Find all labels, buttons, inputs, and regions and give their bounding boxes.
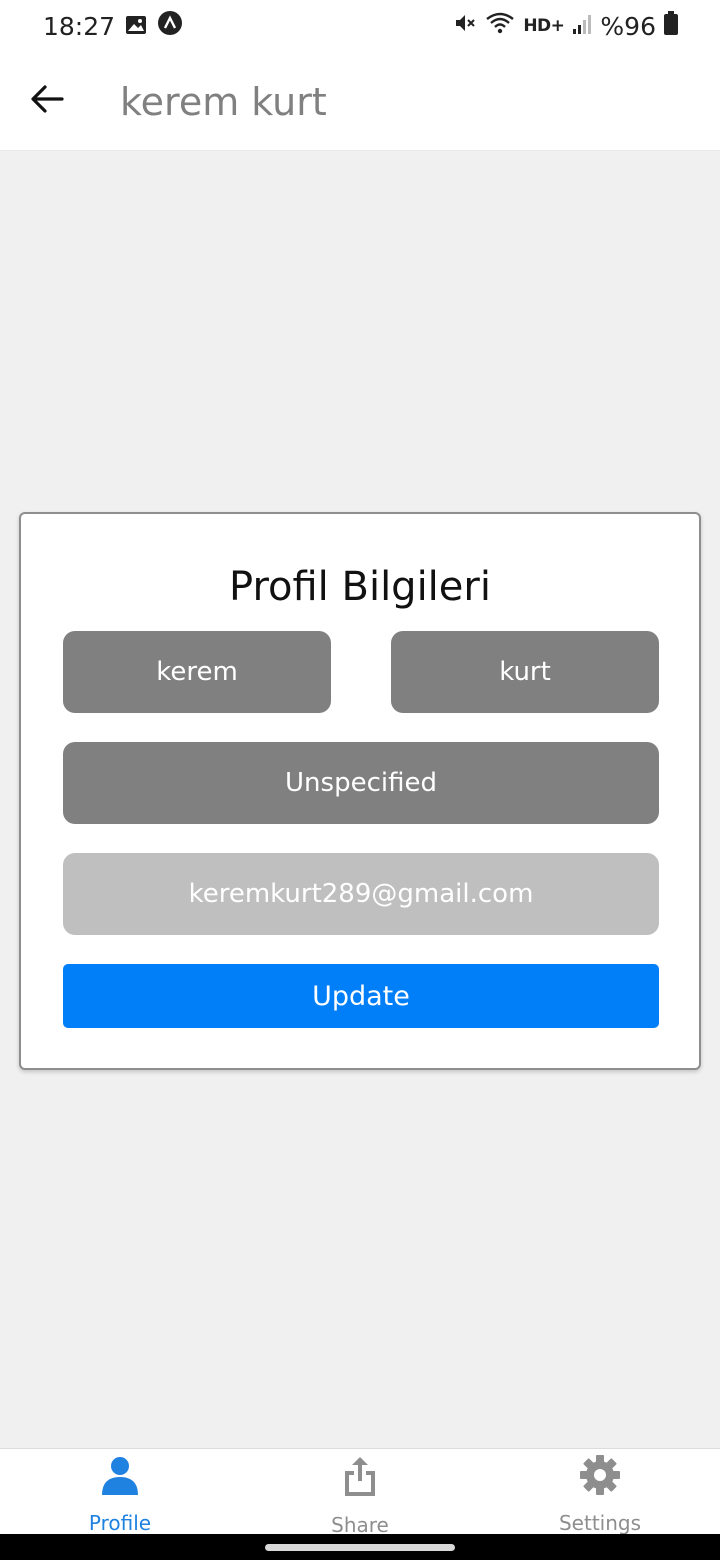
system-nav-bar	[0, 1534, 720, 1560]
home-handle[interactable]	[265, 1544, 455, 1551]
mute-icon	[453, 11, 477, 41]
share-icon	[338, 1455, 382, 1497]
status-time: 18:27	[43, 11, 116, 41]
tab-settings-label: Settings	[558, 1511, 642, 1535]
battery-icon	[664, 11, 678, 41]
tab-share[interactable]: Share	[240, 1449, 480, 1537]
app-bar: kerem kurt	[0, 52, 720, 151]
image-icon	[125, 12, 147, 41]
last-name-field[interactable]: kurt	[391, 631, 659, 713]
first-name-field[interactable]: kerem	[63, 631, 331, 713]
status-left: 18:27	[43, 10, 183, 42]
network-type: HD+	[523, 16, 565, 36]
status-right: HD+ %96	[453, 11, 678, 41]
page-title: kerem kurt	[120, 80, 327, 124]
signal-icon	[572, 12, 592, 41]
battery-level: %96	[600, 11, 656, 41]
status-bar: 18:27 HD+ %96	[0, 0, 720, 52]
tab-profile-label: Profile	[88, 1511, 152, 1535]
bottom-tab-bar: Profile Share Settings	[0, 1448, 720, 1537]
gear-icon	[578, 1455, 622, 1495]
card-title: Profil Bilgileri	[229, 564, 491, 610]
back-button[interactable]	[24, 78, 70, 124]
person-icon	[98, 1455, 142, 1495]
update-button[interactable]: Update	[63, 964, 659, 1028]
tab-settings[interactable]: Settings	[480, 1449, 720, 1535]
profile-card: Profil Bilgileri kerem kurt Unspecified …	[19, 512, 701, 1070]
gender-field[interactable]: Unspecified	[63, 742, 659, 824]
tab-profile[interactable]: Profile	[0, 1449, 240, 1535]
arrow-left-icon	[30, 84, 64, 118]
app-notification-icon	[157, 10, 183, 42]
wifi-icon	[485, 11, 515, 41]
email-field: keremkurt289@gmail.com	[63, 853, 659, 935]
